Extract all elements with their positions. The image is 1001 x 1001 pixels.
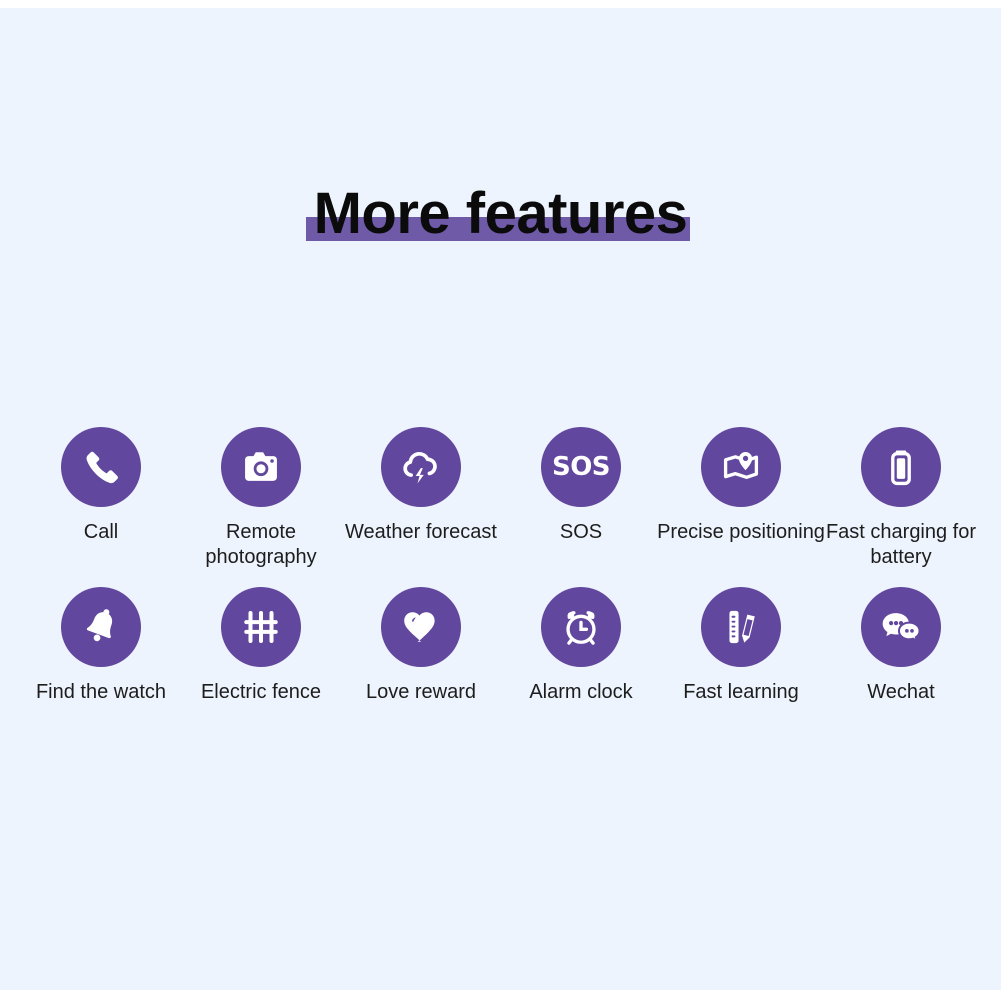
feature-icon-circle <box>541 587 621 667</box>
phone-icon <box>81 447 121 487</box>
feature-icon-circle <box>701 587 781 667</box>
feature-item-precise-positioning[interactable]: Precise positioning <box>657 427 825 570</box>
page-title-block: More features <box>0 178 1001 258</box>
feature-icon-circle <box>61 587 141 667</box>
feature-item-sos[interactable]: SOS SOS <box>501 427 661 570</box>
feature-label: Weather forecast <box>345 521 497 543</box>
alarm-clock-icon <box>560 606 602 648</box>
feature-row-1: Call Remote photography Weather forecast… <box>21 427 981 570</box>
feature-icon-circle: SOS <box>541 427 621 507</box>
battery-icon <box>880 446 922 488</box>
bell-icon <box>80 606 122 648</box>
feature-label: Call <box>83 521 119 543</box>
feature-label: Love reward <box>365 681 477 703</box>
feature-item-call[interactable]: Call <box>21 427 181 570</box>
feature-item-fast-learning[interactable]: Fast learning <box>661 587 821 705</box>
feature-item-electric-fence[interactable]: Electric fence <box>181 587 341 705</box>
feature-label: Remote photography <box>205 521 317 568</box>
feature-icon-circle <box>61 427 141 507</box>
feature-icon-circle <box>861 427 941 507</box>
feature-label: Precise positioning <box>657 521 825 543</box>
feature-row-2: Find the watch Electric fence Love rewar… <box>21 587 981 705</box>
heart-icon <box>400 606 442 648</box>
feature-item-weather-forecast[interactable]: Weather forecast <box>341 427 501 570</box>
fence-icon <box>240 606 282 648</box>
map-pin-icon <box>720 446 762 488</box>
feature-item-find-the-watch[interactable]: Find the watch <box>21 587 181 705</box>
feature-poster: More features Call Remote photography We… <box>0 0 1001 1001</box>
feature-icon-circle <box>861 587 941 667</box>
feature-label: Fast charging for battery <box>825 521 977 568</box>
feature-item-fast-charging[interactable]: Fast charging for battery <box>821 427 981 570</box>
feature-icon-circle <box>381 587 461 667</box>
page-title: More features <box>313 181 688 246</box>
poster-canvas: More features Call Remote photography We… <box>0 8 1001 990</box>
feature-icon-circle <box>381 427 461 507</box>
feature-label: Find the watch <box>35 681 167 703</box>
ruler-pencil-icon <box>720 606 762 648</box>
feature-label: Fast learning <box>683 681 799 703</box>
feature-item-remote-photography[interactable]: Remote photography <box>181 427 341 570</box>
sos-icon: SOS <box>551 452 611 482</box>
feature-item-alarm-clock[interactable]: Alarm clock <box>501 587 661 705</box>
feature-icon-circle <box>701 427 781 507</box>
feature-item-love-reward[interactable]: Love reward <box>341 587 501 705</box>
feature-label: Alarm clock <box>529 681 633 703</box>
chat-bubbles-icon <box>879 605 923 649</box>
feature-label: Electric fence <box>200 681 322 703</box>
feature-label: Wechat <box>867 681 935 703</box>
feature-item-wechat[interactable]: Wechat <box>821 587 981 705</box>
feature-icon-circle <box>221 587 301 667</box>
feature-label: SOS <box>559 521 603 543</box>
cloud-lightning-icon <box>399 445 443 489</box>
feature-icon-circle <box>221 427 301 507</box>
camera-icon <box>240 446 282 488</box>
